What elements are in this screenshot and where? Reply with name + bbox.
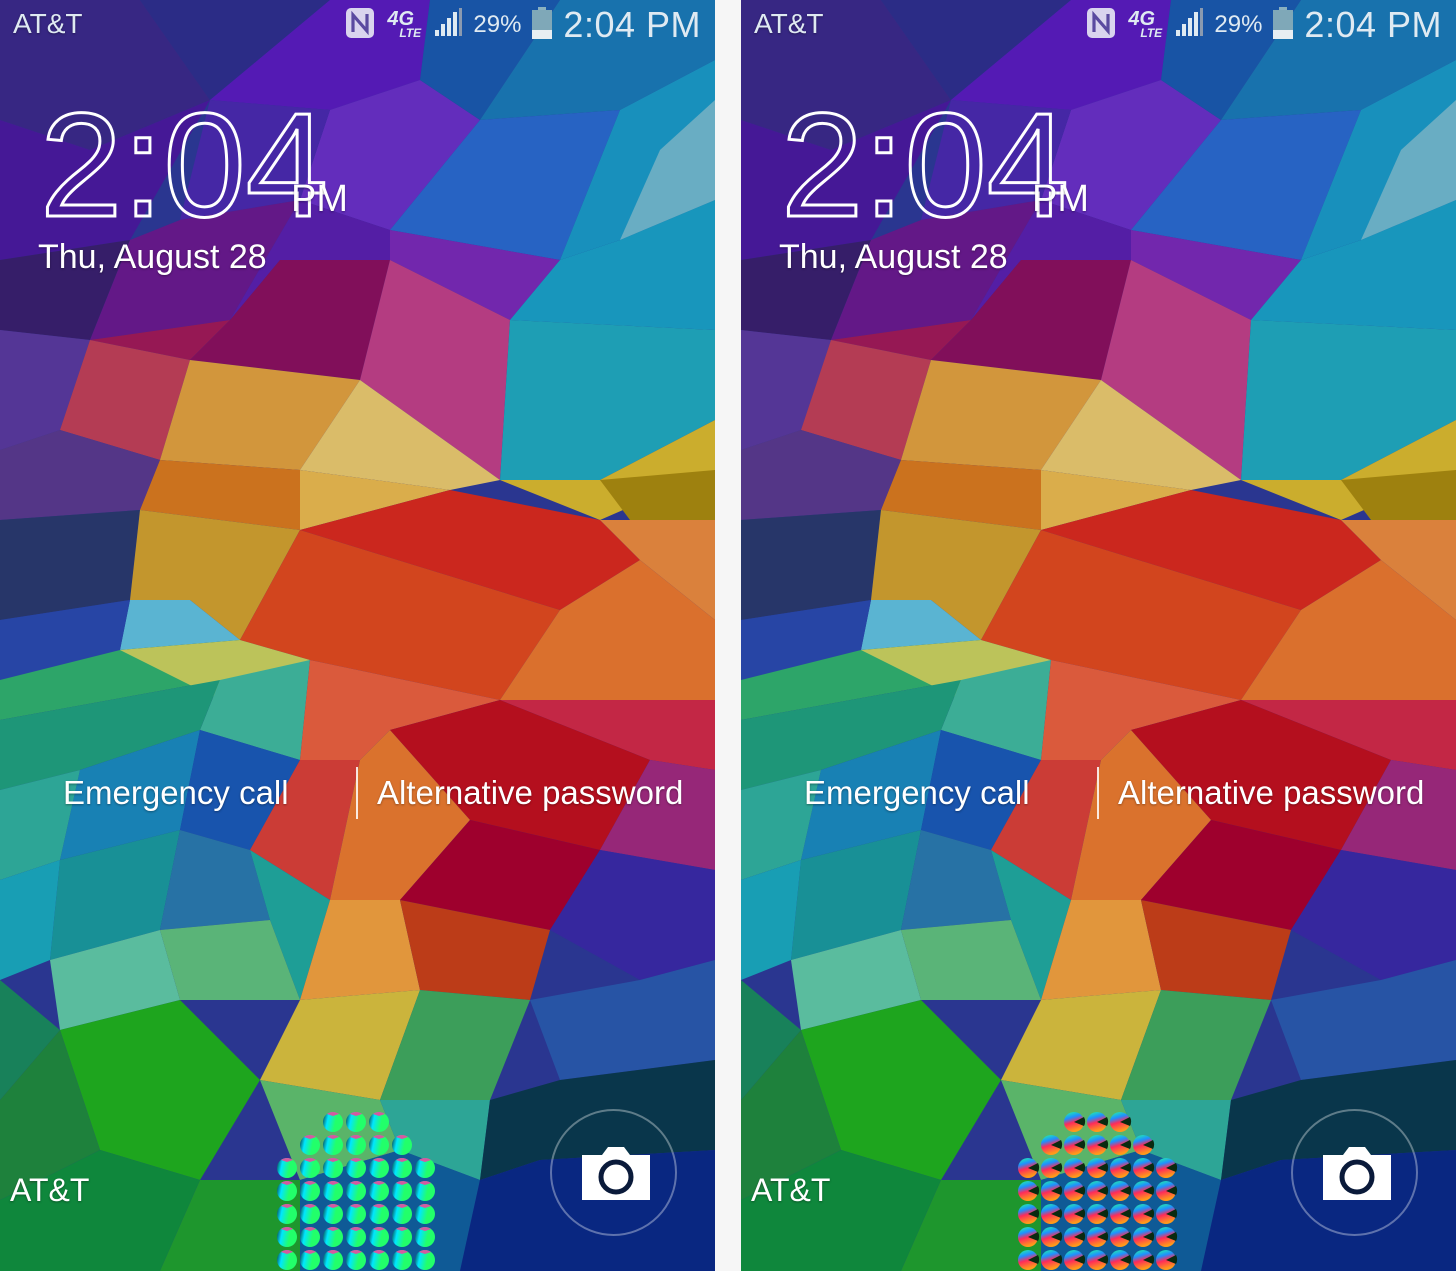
alternative-password-button[interactable]: Alternative password xyxy=(377,774,683,812)
status-bar-right: 4G LTE 29% 2:04 PM xyxy=(345,4,701,45)
alternative-password-button[interactable]: Alternative password xyxy=(1118,774,1424,812)
action-divider xyxy=(1097,767,1099,819)
status-bar-right: 4G LTE 29% 2:04 PM xyxy=(1086,4,1442,45)
4g-lte-icon: 4G LTE xyxy=(1128,8,1163,40)
lockscreen-left: AT&T 4G LTE 29% 2:04 PM 2:04 PM Thu, Aug… xyxy=(0,0,715,1271)
clock-time: 2:04 xyxy=(779,83,1070,248)
lockscreen-right: AT&T 4G LTE 29% 2:04 PM 2:04 PM Thu, Aug… xyxy=(741,0,1456,1271)
carrier-label-bottom: AT&T xyxy=(751,1172,831,1208)
camera-shortcut-button[interactable] xyxy=(550,1109,677,1236)
battery-percent: 29% xyxy=(1214,11,1263,38)
emergency-call-button[interactable]: Emergency call xyxy=(63,774,289,812)
camera-shortcut-button[interactable] xyxy=(1291,1109,1418,1236)
signal-icon xyxy=(1174,7,1204,43)
status-time: 2:04 PM xyxy=(1304,4,1442,45)
battery-icon xyxy=(1272,6,1294,45)
carrier-label-bottom: AT&T xyxy=(10,1172,90,1208)
action-divider xyxy=(356,767,358,819)
signal-icon xyxy=(433,7,463,43)
camera-icon xyxy=(1321,1145,1393,1206)
nfc-icon xyxy=(345,7,375,44)
clock-date: Thu, August 28 xyxy=(779,238,1008,276)
status-time: 2:04 PM xyxy=(563,4,701,45)
carrier-label: AT&T xyxy=(13,8,83,39)
emergency-call-button[interactable]: Emergency call xyxy=(804,774,1030,812)
clock-ampm: PM xyxy=(291,178,348,220)
clock-date: Thu, August 28 xyxy=(38,238,267,276)
clock-time: 2:04 xyxy=(38,83,329,248)
panel-divider xyxy=(715,0,741,1271)
battery-icon xyxy=(531,6,553,45)
carrier-label: AT&T xyxy=(754,8,824,39)
camera-icon xyxy=(580,1145,652,1206)
battery-percent: 29% xyxy=(473,11,522,38)
clock-ampm: PM xyxy=(1032,178,1089,220)
nfc-icon xyxy=(1086,7,1116,44)
4g-lte-icon: 4G LTE xyxy=(387,8,422,40)
